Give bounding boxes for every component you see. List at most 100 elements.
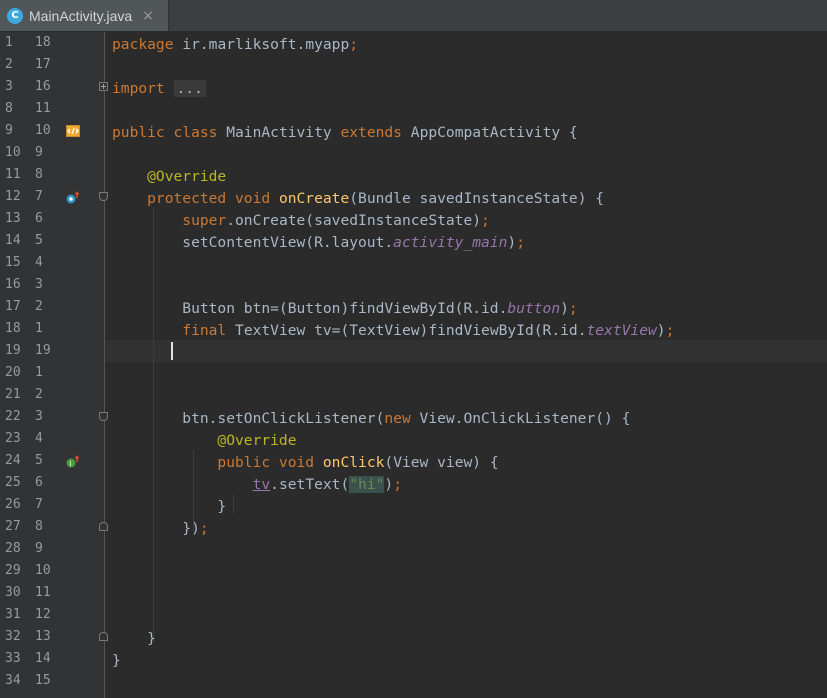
editor-tab-bar: C MainActivity.java ×	[0, 0, 827, 32]
gutter-row: 16 3	[0, 274, 104, 296]
code-token: .onCreate(savedInstanceState)	[226, 212, 482, 229]
code-token: ;	[393, 476, 402, 493]
line-number: 34	[5, 673, 21, 688]
gutter-row: 32 13	[0, 626, 104, 648]
relative-line-number: 1	[35, 321, 43, 336]
line-number: 30	[5, 585, 21, 600]
code-line: @Override	[112, 430, 296, 452]
gutter-row: 13 6	[0, 208, 104, 230]
relative-line-number: 5	[35, 453, 43, 468]
line-number: 13	[5, 211, 21, 226]
relative-line-number: 15	[35, 673, 51, 688]
gutter-row: 9 10	[0, 120, 104, 142]
line-number-gutter[interactable]: 1 18 2 17 3 16 8 11 9 10 10 9 11 8 12 7 13 6 14 5 15 4 16 3 17 2 1…	[0, 32, 108, 698]
ide-window: C MainActivity.java × 1 18 2 17 3 16 8 11 9 10 10 9…	[0, 0, 827, 698]
line-number: 31	[5, 607, 21, 622]
code-token: public class	[112, 124, 218, 141]
code-token: package	[112, 36, 174, 53]
line-number: 8	[5, 101, 13, 116]
code-token: ;	[568, 300, 578, 317]
close-icon[interactable]: ×	[142, 8, 154, 24]
line-number: 26	[5, 497, 21, 512]
line-number: 9	[5, 123, 13, 138]
gutter-row: 27 8	[0, 516, 104, 538]
line-number: 12	[5, 189, 21, 204]
gutter-row: 3 16	[0, 76, 104, 98]
code-token: extends	[340, 124, 402, 141]
relative-line-number: 14	[35, 651, 51, 666]
relative-line-number: 4	[35, 431, 43, 446]
gutter-row: 19 19	[0, 340, 104, 362]
gutter-row: 24 5	[0, 450, 104, 472]
relative-line-number: 13	[35, 629, 51, 644]
relative-line-number: 3	[35, 409, 43, 424]
line-number: 19	[5, 343, 21, 358]
line-number: 22	[5, 409, 21, 424]
code-token: super	[112, 212, 227, 229]
code-token: (Bundle savedInstanceState) {	[349, 190, 605, 207]
gutter-row: 118	[0, 164, 104, 186]
code-token: Button btn=(Button)findViewById(R.id.	[112, 300, 508, 317]
line-number: 15	[5, 255, 21, 270]
relative-line-number: 3	[35, 277, 43, 292]
gutter-row: 8 11	[0, 98, 104, 120]
code-line: }	[112, 650, 121, 672]
code-token: "hi"	[349, 476, 385, 493]
relative-line-number: 8	[35, 519, 43, 534]
tab-mainactivity[interactable]: C MainActivity.java ×	[0, 0, 169, 31]
code-token: MainActivity	[226, 124, 332, 141]
relative-line-number: 2	[35, 299, 43, 314]
code-line: }	[112, 628, 156, 650]
code-token: setContentView(R.layout.	[112, 234, 394, 251]
code-token: btn.setOnClickListener(	[112, 410, 385, 427]
gutter-row: 17 2	[0, 296, 104, 318]
gutter-row: 22 3	[0, 406, 104, 428]
code-token: }	[112, 630, 156, 647]
override-method-icon[interactable]	[65, 189, 81, 205]
indent-guide	[233, 494, 234, 514]
gutter-row: 20 1	[0, 362, 104, 384]
layout-resource-icon[interactable]	[65, 123, 81, 139]
gutter-row: 25 6	[0, 472, 104, 494]
line-number: 32	[5, 629, 21, 644]
code-line: Button btn=(Button)findViewById(R.id.but…	[112, 298, 578, 320]
relative-line-number: 7	[35, 497, 43, 512]
line-number: 14	[5, 233, 21, 248]
code-line: super.onCreate(savedInstanceState);	[112, 210, 490, 232]
gutter-row: 18 1	[0, 318, 104, 340]
gutter-row: 28 9	[0, 538, 104, 560]
relative-line-number: 5	[35, 233, 43, 248]
implement-method-icon[interactable]: I	[65, 453, 81, 469]
code-token: ;	[481, 212, 490, 229]
code-token: @Override	[112, 168, 227, 185]
gutter-row: 12 7	[0, 186, 104, 208]
gutter-row: 33 14	[0, 648, 104, 670]
tab-label: MainActivity.java	[29, 7, 133, 24]
code-token: }	[112, 652, 121, 669]
code-token: public void	[112, 454, 315, 471]
gutter-row: 21 2	[0, 384, 104, 406]
code-editor[interactable]: package ir.marliksoft.myapp; import ... pu…	[105, 32, 827, 698]
line-number: 3	[5, 79, 13, 94]
relative-line-number: 19	[35, 343, 51, 358]
line-number: 18	[5, 321, 21, 336]
line-number: 21	[5, 387, 21, 402]
code-line: tv.setText("hi");	[112, 474, 402, 496]
line-number: 1	[5, 35, 13, 50]
code-token: ;	[349, 36, 359, 53]
relative-line-number: 10	[35, 563, 51, 578]
code-token: ...	[173, 80, 206, 97]
code-token: )	[507, 234, 517, 251]
relative-line-number: 12	[35, 607, 51, 622]
line-number: 20	[5, 365, 21, 380]
code-token: View.OnClickListener() {	[419, 410, 631, 427]
code-token: .setText(	[270, 476, 350, 493]
relative-line-number: 2	[35, 387, 43, 402]
relative-line-number: 17	[35, 57, 51, 72]
current-line-highlight	[105, 340, 827, 362]
code-line: btn.setOnClickListener(new View.OnClickL…	[112, 408, 630, 430]
line-number: 10	[5, 145, 21, 160]
gutter-row: 26 7	[0, 494, 104, 516]
relative-line-number: 16	[35, 79, 51, 94]
gutter-row: 118	[0, 32, 104, 54]
